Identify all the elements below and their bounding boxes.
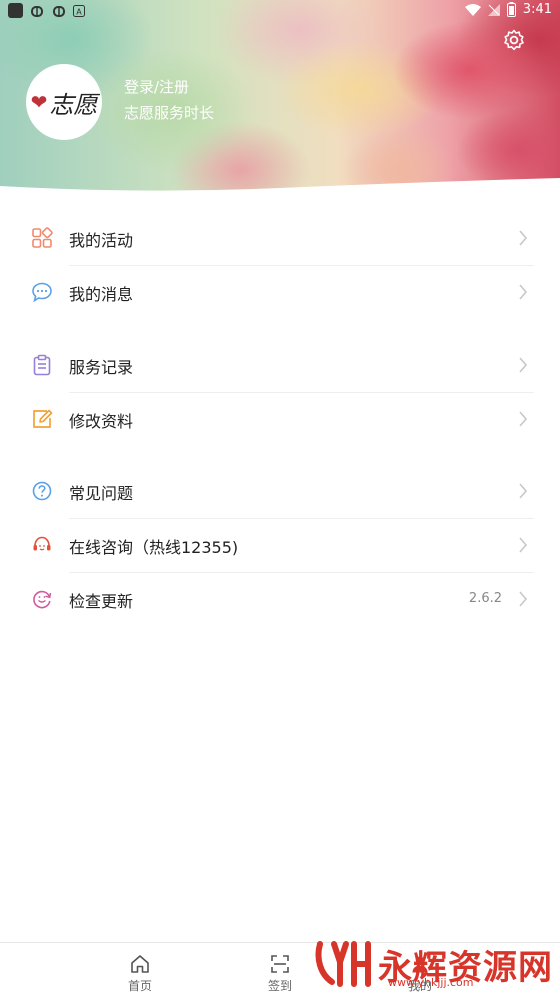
watermark: 永辉资源网 www.yhkjjj.com xyxy=(314,934,560,994)
menu-my-activities[interactable]: 我的活动 xyxy=(0,212,560,265)
edit-icon xyxy=(33,409,53,428)
app-notification-icon xyxy=(8,3,23,18)
menu-online-consult[interactable]: 在线咨询（热线12355) xyxy=(0,519,560,572)
version-number: 2.6.2 xyxy=(468,591,502,606)
bug-icon xyxy=(53,5,65,17)
tab-checkin[interactable]: 签到 xyxy=(235,943,325,998)
login-register-link[interactable]: 登录/注册 xyxy=(124,76,189,97)
chevron-right-icon xyxy=(519,411,528,427)
tab-home[interactable]: 首页 xyxy=(95,943,185,998)
chevron-right-icon xyxy=(519,483,528,499)
wifi-icon xyxy=(464,3,481,16)
header-wave-edge xyxy=(0,178,560,192)
chevron-right-icon xyxy=(519,357,528,373)
battery-icon xyxy=(506,2,516,17)
menu-label: 修改资料 xyxy=(69,412,134,431)
menu-label: 我的活动 xyxy=(69,231,134,250)
scan-icon xyxy=(271,955,289,973)
a-badge-icon: A xyxy=(73,4,85,17)
menu-label: 常见问题 xyxy=(69,484,134,503)
clipboard-icon xyxy=(33,354,51,376)
status-time: 3:41 xyxy=(522,2,552,17)
chevron-right-icon xyxy=(519,591,528,607)
watermark-url: www.yhkjjj.com xyxy=(388,976,474,989)
service-hours-label: 志愿服务时长 xyxy=(124,104,215,122)
volunteer-logo-mark: ❤ xyxy=(30,90,48,114)
no-signal-icon xyxy=(487,3,500,16)
menu-label: 服务记录 xyxy=(69,358,134,377)
watermark-logo-icon xyxy=(315,941,371,987)
menu-service-records[interactable]: 服务记录 xyxy=(0,339,560,392)
question-icon xyxy=(32,481,52,501)
chevron-right-icon xyxy=(519,537,528,553)
chat-bubble-icon xyxy=(32,282,52,303)
refresh-smile-icon xyxy=(33,590,52,609)
home-icon xyxy=(131,955,149,973)
menu-faq[interactable]: 常见问题 xyxy=(0,465,560,518)
chevron-right-icon xyxy=(519,230,528,246)
menu-my-messages[interactable]: 我的消息 xyxy=(0,266,560,319)
menu-label: 在线咨询（热线12355) xyxy=(69,538,239,557)
bug-icon xyxy=(31,5,43,17)
settings-gear-icon[interactable] xyxy=(502,28,526,52)
menu-edit-profile[interactable]: 修改资料 xyxy=(0,393,560,446)
chevron-right-icon xyxy=(519,284,528,300)
svg-text:A: A xyxy=(76,7,82,16)
menu-label: 检查更新 xyxy=(69,592,134,611)
menu-label: 我的消息 xyxy=(69,285,134,304)
tab-label: 签到 xyxy=(267,979,292,993)
avatar[interactable]: ❤ 志愿 xyxy=(26,64,102,140)
tab-label: 首页 xyxy=(127,979,152,993)
avatar-logo-text: 志愿 xyxy=(49,90,98,119)
headset-icon xyxy=(33,536,51,551)
status-bar: A 3:41 xyxy=(0,0,560,24)
menu-check-update[interactable]: 检查更新 2.6.2 xyxy=(0,573,560,626)
grid-icon xyxy=(32,227,53,248)
